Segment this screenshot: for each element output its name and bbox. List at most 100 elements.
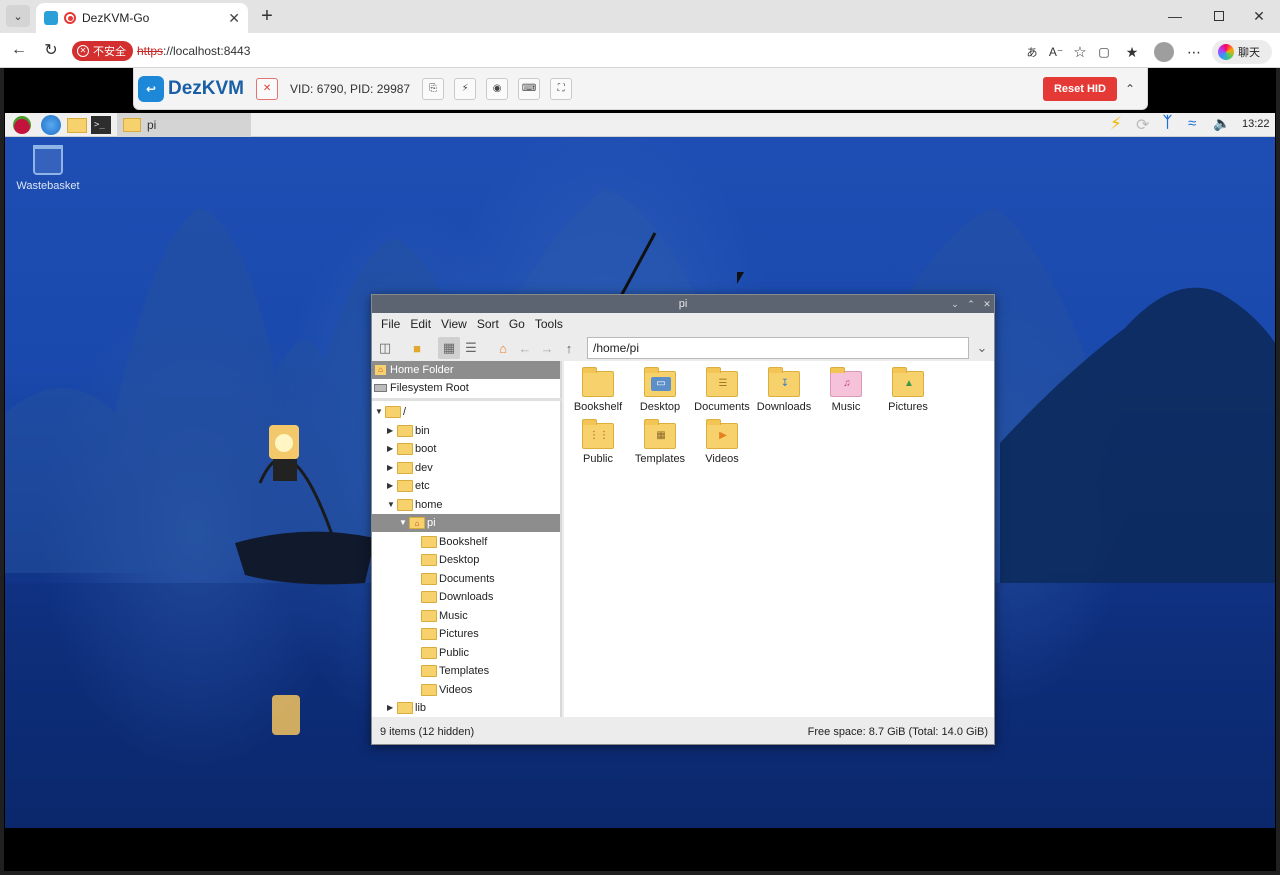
window-minimize-icon[interactable]: ⌄ xyxy=(948,297,962,311)
tree-item-boot[interactable]: ▶ boot xyxy=(387,440,436,458)
power-lightning-icon[interactable]: ⚡ xyxy=(454,77,477,100)
disconnect-icon[interactable]: ✕ xyxy=(256,77,279,100)
folder-icon xyxy=(397,480,413,493)
reload-icon[interactable]: ↻ xyxy=(40,39,62,61)
terminal-icon[interactable]: >_ xyxy=(91,116,111,134)
window-close-icon[interactable]: ✕ xyxy=(980,297,994,311)
clock[interactable]: 13:22 xyxy=(1242,118,1270,130)
back-icon[interactable]: ← xyxy=(514,337,536,359)
tree-item-music[interactable]: Music xyxy=(421,607,468,625)
camera-icon[interactable]: ▢ xyxy=(1094,42,1114,62)
documents-folder-icon xyxy=(421,573,437,586)
sync-icon[interactable]: ⟳ xyxy=(1136,115,1149,135)
folder-icon xyxy=(397,462,413,475)
tree-item-documents[interactable]: Documents xyxy=(421,570,495,588)
menu-edit[interactable]: Edit xyxy=(405,313,436,335)
bluetooth-icon[interactable]: ᛉ xyxy=(1163,114,1172,131)
expanded-arrow-icon: ▼ xyxy=(375,407,383,417)
security-warning-badge[interactable]: ✕ 不安全 xyxy=(72,41,133,61)
read-aloud-icon[interactable]: A⁻ xyxy=(1046,42,1066,62)
path-dropdown-icon[interactable]: ⌄ xyxy=(971,337,993,359)
browser-tab[interactable]: DezKVM-Go ✕ xyxy=(36,3,248,33)
grid-item-music[interactable]: ♫ Music xyxy=(815,367,877,413)
browser-actions: あ A⁻ ☆ ▢ ★ ⋯ 聊天 xyxy=(1018,40,1278,64)
window-titlebar[interactable]: pi ⌄ ⌃ ✕ xyxy=(372,295,994,313)
tree-item-dev[interactable]: ▶ dev xyxy=(387,459,433,477)
tree-item-pi[interactable]: ▼ ⌂ pi xyxy=(372,514,560,532)
window-title: pi xyxy=(678,298,688,310)
back-arrow-icon[interactable]: ← xyxy=(8,39,30,61)
fullscreen-icon[interactable]: ⛶ xyxy=(550,77,573,100)
menu-go[interactable]: Go xyxy=(504,313,530,335)
grid-item-templates[interactable]: ▦ Templates xyxy=(629,419,691,465)
menu-sort[interactable]: Sort xyxy=(472,313,504,335)
place-filesystem-root[interactable]: Filesystem Root xyxy=(372,379,560,397)
status-bar: 9 items (12 hidden) Free space: 8.7 GiB … xyxy=(372,720,994,744)
collapsed-arrow-icon: ▶ xyxy=(387,426,394,436)
tree-item-bin[interactable]: ▶ bin xyxy=(387,422,430,440)
home-icon[interactable]: ⌂ xyxy=(492,337,514,359)
web-browser-icon[interactable] xyxy=(41,115,61,135)
profile-avatar[interactable] xyxy=(1154,42,1174,62)
translate-icon[interactable]: あ xyxy=(1022,42,1042,62)
menu-view[interactable]: View xyxy=(436,313,472,335)
tree-item-pictures[interactable]: Pictures xyxy=(421,625,479,643)
tab-list-button[interactable]: ⌄ xyxy=(6,5,30,27)
up-icon[interactable]: ↑ xyxy=(558,337,580,359)
list-view-icon[interactable]: ☰ xyxy=(460,337,482,359)
grid-item-public[interactable]: ⋮⋮ Public xyxy=(567,419,629,465)
taskbar-window-button[interactable]: pi xyxy=(117,113,251,137)
volume-icon[interactable]: 🔈 xyxy=(1213,115,1230,132)
drive-icon xyxy=(374,384,387,392)
place-home-folder[interactable]: ⌂ Home Folder xyxy=(372,361,560,379)
collapse-bar-icon[interactable]: ⌃ xyxy=(1125,82,1135,96)
tree-item-lib[interactable]: ▶ lib xyxy=(387,699,426,717)
screenshot-camera-icon[interactable]: ◉ xyxy=(486,77,509,100)
grid-item-documents[interactable]: ☰ Documents xyxy=(691,367,753,413)
reset-hid-button[interactable]: Reset HID xyxy=(1042,76,1117,101)
raspberry-menu-icon[interactable] xyxy=(13,116,31,134)
grid-item-label: Downloads xyxy=(756,401,812,413)
close-window-button[interactable]: ✕ xyxy=(1248,6,1270,26)
forward-icon[interactable]: → xyxy=(536,337,558,359)
wifi-icon[interactable]: ≈ xyxy=(1188,115,1196,132)
tree-item-templates[interactable]: Templates xyxy=(421,662,489,680)
tree-item-videos[interactable]: Videos xyxy=(421,681,472,699)
file-manager-icon[interactable] xyxy=(67,118,87,133)
favorites-list-icon[interactable]: ★ xyxy=(1122,42,1142,62)
tree-item-desktop[interactable]: Desktop xyxy=(421,551,479,569)
path-input[interactable]: /home/pi xyxy=(587,337,969,359)
tree-item-downloads[interactable]: Downloads xyxy=(421,588,493,606)
grid-item-desktop[interactable]: ▭ Desktop xyxy=(629,367,691,413)
tree-item-etc[interactable]: ▶ etc xyxy=(387,477,430,495)
tab-close-icon[interactable]: ✕ xyxy=(228,10,240,27)
menu-tools[interactable]: Tools xyxy=(530,313,568,335)
grid-item-downloads[interactable]: ↧ Downloads xyxy=(753,367,815,413)
more-options-icon[interactable]: ⋯ xyxy=(1184,42,1204,62)
grid-item-pictures[interactable]: ▲ Pictures xyxy=(877,367,939,413)
minimize-window-button[interactable]: — xyxy=(1164,6,1186,26)
collapsed-arrow-icon: ▶ xyxy=(387,463,394,473)
tree-root[interactable]: ▼ / xyxy=(375,403,406,421)
tree-item-bookshelf[interactable]: Bookshelf xyxy=(421,533,487,551)
copilot-button[interactable]: 聊天 xyxy=(1212,40,1272,64)
menu-file[interactable]: File xyxy=(376,313,405,335)
window-maximize-icon[interactable]: ⌃ xyxy=(964,297,978,311)
favorite-star-icon[interactable]: ☆ xyxy=(1070,42,1090,62)
lightning-power-icon[interactable]: ⚡ xyxy=(1110,114,1122,134)
new-folder-icon[interactable]: ■ xyxy=(406,337,428,359)
tree-item-public[interactable]: Public xyxy=(421,644,469,662)
videos-folder-icon: ▶ xyxy=(706,419,738,449)
paste-icon[interactable]: ⎘ xyxy=(422,77,445,100)
new-window-icon[interactable]: ◫ xyxy=(374,337,396,359)
tree-item-home[interactable]: ▼ home xyxy=(387,496,443,514)
new-tab-button[interactable]: + xyxy=(256,5,278,27)
public-folder-icon: ⋮⋮ xyxy=(582,419,614,449)
grid-item-videos[interactable]: ▶ Videos xyxy=(691,419,753,465)
desktop-taskbar: >_ pi ⚡ ⟳ ᛉ ≈ 🔈 13:22 xyxy=(5,113,1275,137)
grid-item-bookshelf[interactable]: Bookshelf xyxy=(567,367,629,413)
maximize-window-button[interactable] xyxy=(1208,6,1230,26)
icon-view-icon[interactable]: ▦ xyxy=(438,337,460,359)
keyboard-icon[interactable]: ⌨ xyxy=(518,77,541,100)
wastebasket-desktop-icon[interactable]: Wastebasket xyxy=(13,145,83,192)
